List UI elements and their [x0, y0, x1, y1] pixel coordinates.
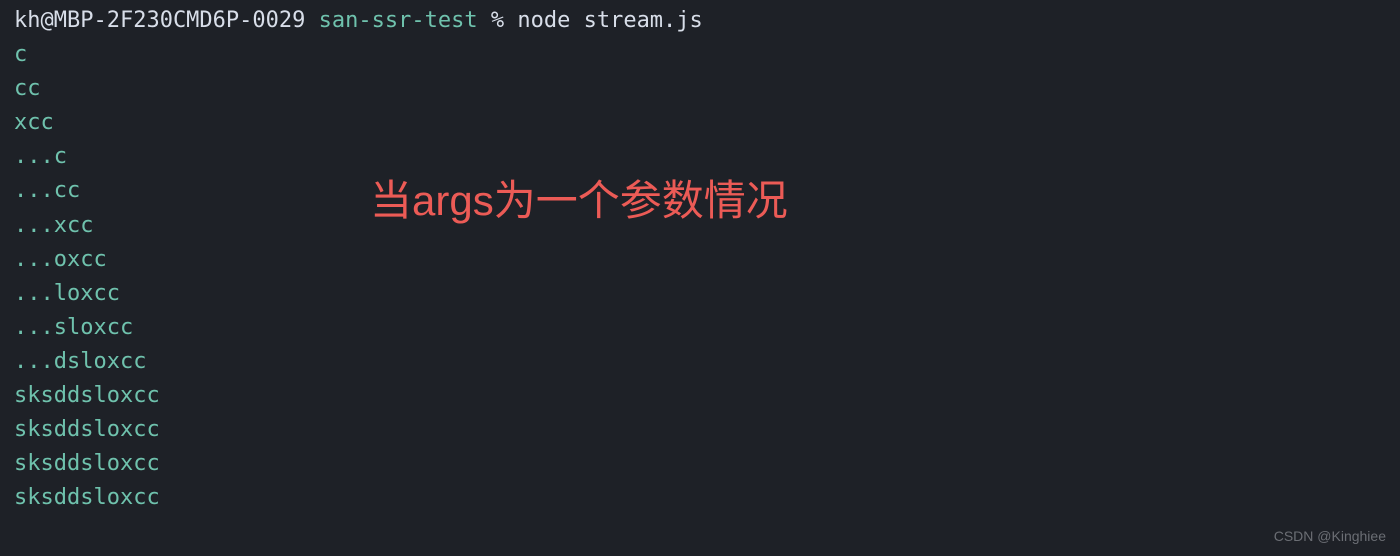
output-line: sksddsloxcc — [14, 379, 1386, 413]
output-line: cc — [14, 72, 1386, 106]
output-line: ...sloxcc — [14, 311, 1386, 345]
terminal-window[interactable]: kh@MBP-2F230CMD6P-0029 san-ssr-test % no… — [14, 4, 1386, 515]
prompt-symbol: % — [491, 8, 504, 33]
prompt-command: node stream.js — [517, 8, 702, 33]
output-line: ...loxcc — [14, 277, 1386, 311]
output-line: xcc — [14, 106, 1386, 140]
output-line: c — [14, 38, 1386, 72]
watermark: CSDN @Kinghiee — [1274, 526, 1386, 548]
output-line: ...oxcc — [14, 243, 1386, 277]
output-line: sksddsloxcc — [14, 413, 1386, 447]
output-line: ...dsloxcc — [14, 345, 1386, 379]
prompt-user-host: kh@MBP-2F230CMD6P-0029 — [14, 8, 305, 33]
output-line: sksddsloxcc — [14, 481, 1386, 515]
prompt-directory: san-ssr-test — [319, 8, 478, 33]
annotation-overlay: 当args为一个参数情况 — [370, 168, 788, 233]
output-line: sksddsloxcc — [14, 447, 1386, 481]
prompt-line: kh@MBP-2F230CMD6P-0029 san-ssr-test % no… — [14, 4, 1386, 38]
